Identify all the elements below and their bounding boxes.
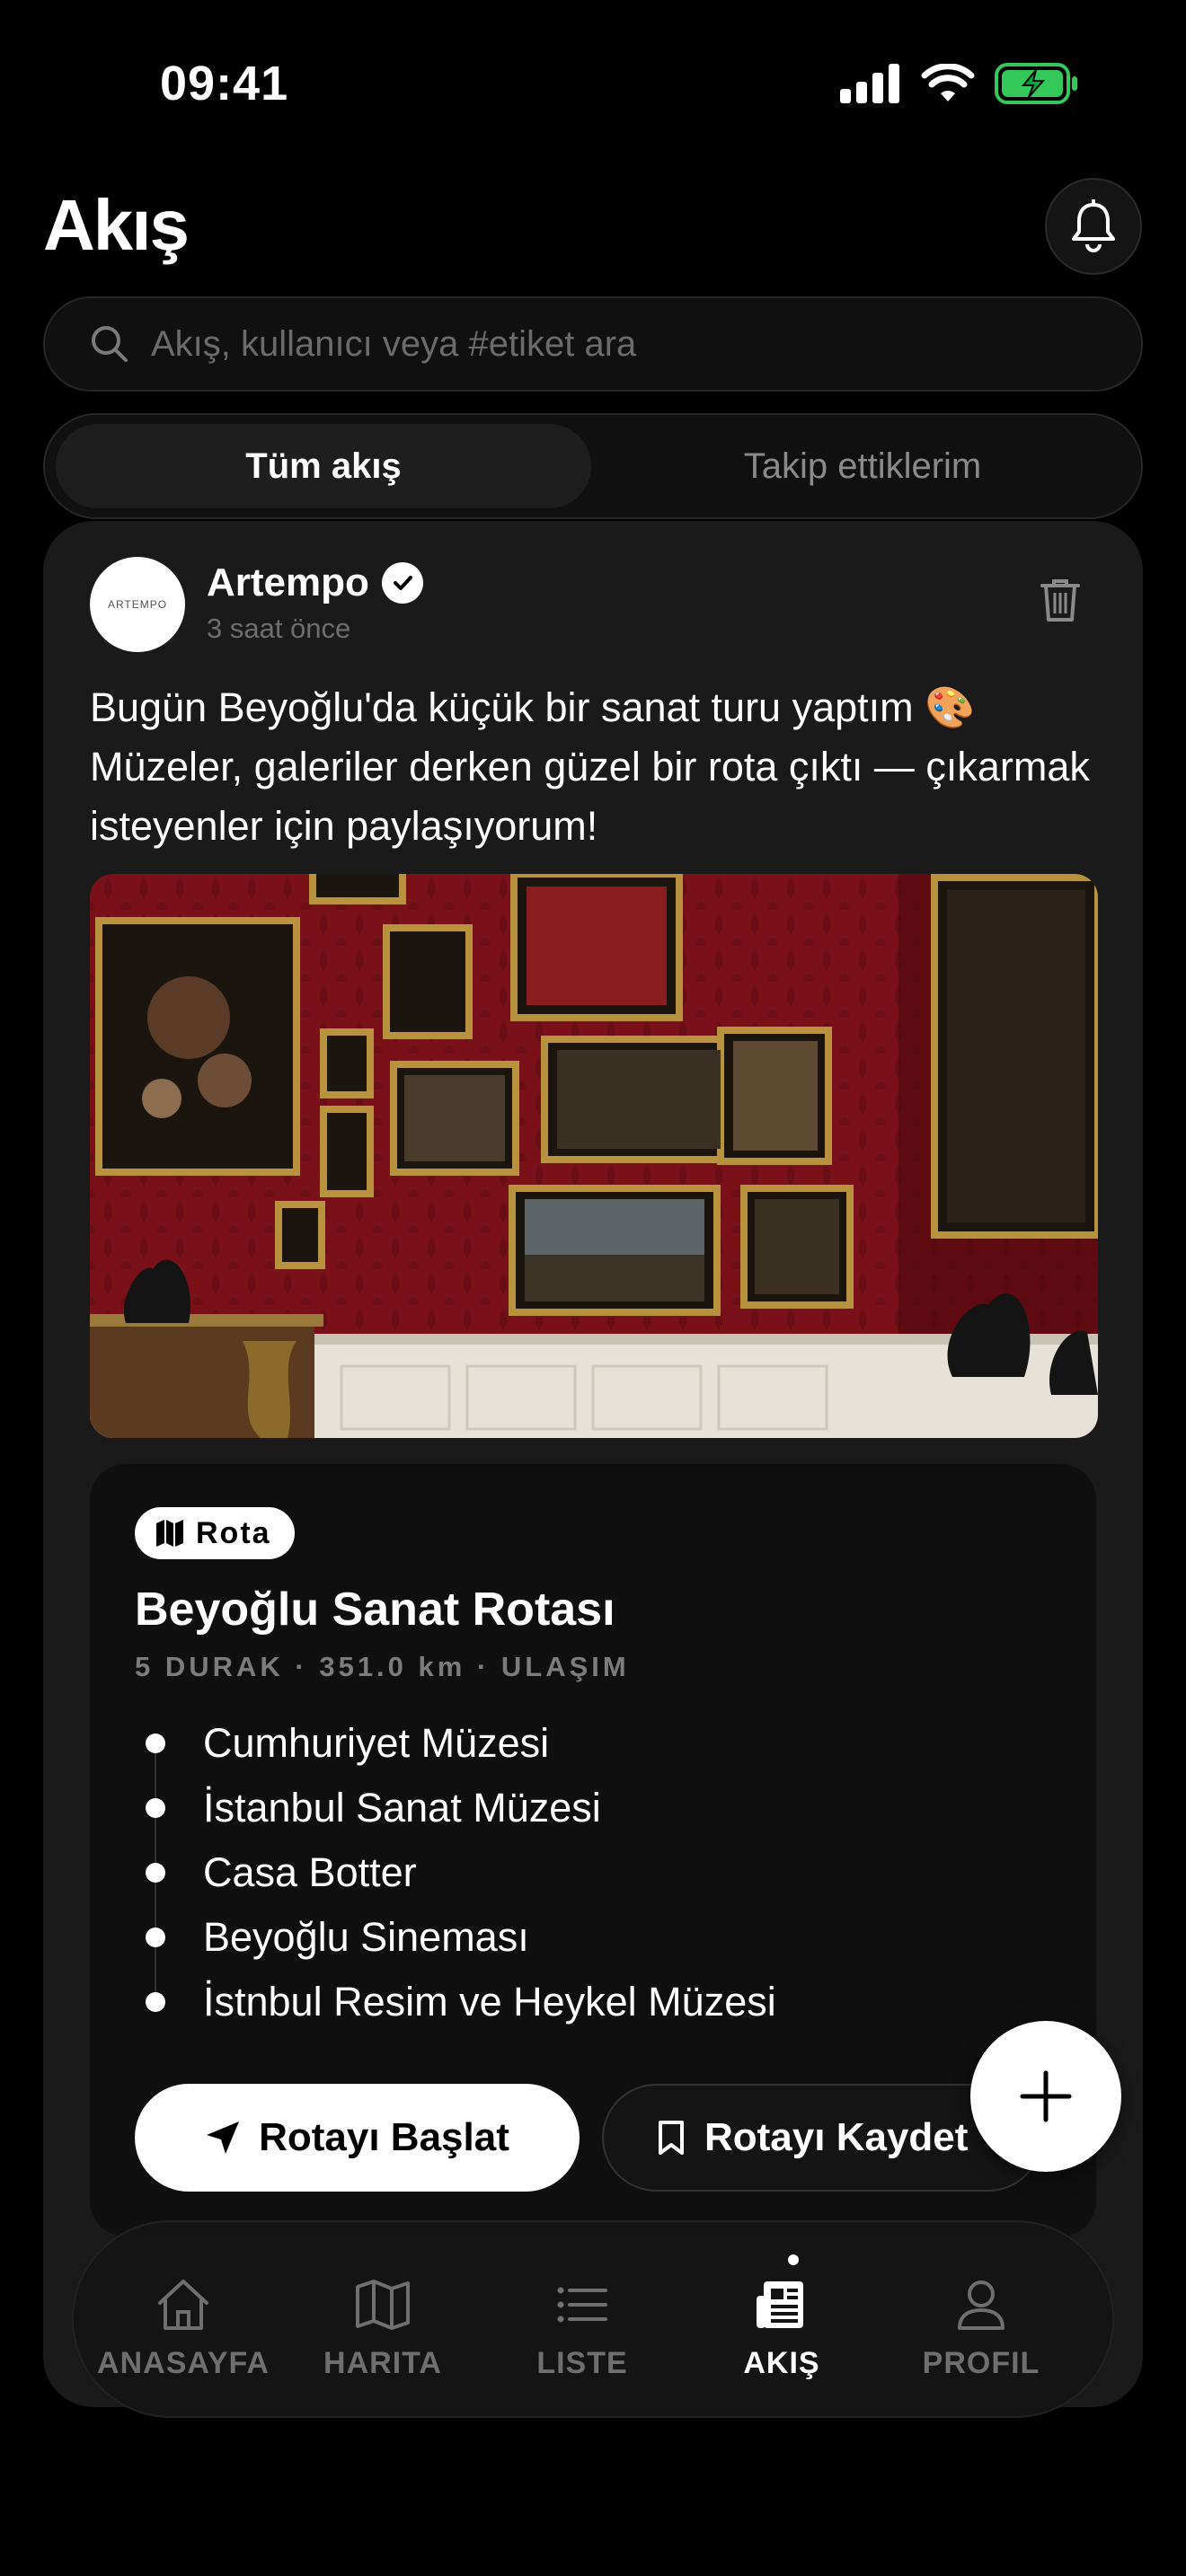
home-indicator: [429, 2540, 757, 2553]
search-icon: [90, 324, 129, 364]
bell-icon: [1072, 199, 1115, 252]
tab-label: AKIŞ: [743, 2346, 820, 2380]
tab-label: LISTE: [536, 2346, 628, 2380]
delete-post-button[interactable]: [1040, 578, 1080, 627]
stop-name: İstanbul Sanat Müzesi: [203, 1785, 601, 1831]
battery-charging-icon: [995, 63, 1077, 104]
tab-all-feed[interactable]: Tüm akış: [56, 424, 591, 508]
tab-label: ANASAYFA: [97, 2346, 270, 2380]
save-route-label: Rotayı Kaydet: [704, 2115, 969, 2159]
author-name: Artempo: [207, 560, 369, 604]
tab-label: HARITA: [323, 2346, 442, 2380]
status-time: 09:41: [160, 57, 289, 110]
list-item[interactable]: İstnbul Resim ve Heykel Müzesi: [135, 1970, 776, 2034]
stop-dot: [146, 1992, 165, 2012]
search-bar[interactable]: [43, 296, 1143, 392]
tab-following[interactable]: Takip ettiklerim: [595, 424, 1130, 508]
tab-feed[interactable]: AKIŞ: [683, 2276, 881, 2381]
post-text: Bugün Beyoğlu'da küçük bir sanat turu ya…: [90, 684, 1090, 849]
list-item[interactable]: İstanbul Sanat Müzesi: [135, 1776, 601, 1840]
avatar[interactable]: ARTEMPO: [90, 557, 185, 652]
status-icons: [840, 63, 1079, 104]
bookmark-icon: [659, 2121, 684, 2155]
verified-icon: [381, 562, 423, 604]
stop-dot: [146, 1734, 165, 1753]
avatar-logo-text: ARTEMPO: [107, 598, 168, 611]
home-icon: [158, 2280, 208, 2330]
route-title: Beyoğlu Sanat Rotası: [135, 1584, 615, 1636]
map-icon: [356, 2280, 410, 2330]
stop-dot: [146, 1798, 165, 1818]
page-title: Akış: [43, 185, 190, 265]
route-meta: 5 DURAK · 351.0 km · ULAŞIM: [135, 1651, 630, 1682]
plus-icon: [1020, 2070, 1072, 2122]
post-image[interactable]: [90, 874, 1098, 1438]
list-item[interactable]: Cumhuriyet Müzesi: [135, 1711, 549, 1776]
post-author[interactable]: Artempo: [207, 560, 423, 605]
start-route-button[interactable]: Rotayı Başlat: [135, 2084, 580, 2192]
active-tab-indicator: [788, 2254, 799, 2265]
feed-filter-tabs: Tüm akış Takip ettiklerim: [43, 413, 1143, 519]
stop-name: Casa Botter: [203, 1849, 417, 1895]
search-input[interactable]: [149, 322, 1051, 366]
bottom-tab-bar: ANASAYFA HARITA LISTE AKIŞ PROFIL: [72, 2220, 1114, 2418]
tab-list[interactable]: LISTE: [483, 2276, 681, 2381]
user-icon: [958, 2280, 1005, 2330]
signal-icon: [840, 64, 899, 103]
stop-dot: [146, 1928, 165, 1947]
list-icon: [557, 2287, 607, 2323]
tab-profile[interactable]: PROFIL: [882, 2276, 1080, 2381]
route-badge-label: Rota: [196, 1515, 271, 1550]
tab-label: PROFIL: [922, 2346, 1040, 2380]
stop-name: İstnbul Resim ve Heykel Müzesi: [203, 1979, 776, 2025]
list-item[interactable]: Casa Botter: [135, 1840, 417, 1905]
notifications-button[interactable]: [1045, 178, 1142, 275]
create-post-button[interactable]: [970, 2021, 1121, 2172]
stop-name: Beyoğlu Sineması: [203, 1914, 529, 1960]
navigation-arrow-icon: [207, 2122, 240, 2154]
trash-icon: [1040, 579, 1080, 622]
stop-name: Cumhuriyet Müzesi: [203, 1720, 550, 1766]
wifi-icon: [921, 64, 975, 101]
stop-dot: [146, 1863, 165, 1883]
map-icon: [156, 1520, 183, 1547]
tab-map[interactable]: HARITA: [284, 2276, 482, 2381]
list-item[interactable]: Beyoğlu Sineması: [135, 1905, 529, 1970]
start-route-label: Rotayı Başlat: [259, 2115, 509, 2159]
route-badge: Rota: [135, 1507, 295, 1559]
post-time: 3 saat önce: [207, 613, 351, 644]
tab-home[interactable]: ANASAYFA: [84, 2276, 282, 2381]
newspaper-icon: [757, 2281, 803, 2328]
